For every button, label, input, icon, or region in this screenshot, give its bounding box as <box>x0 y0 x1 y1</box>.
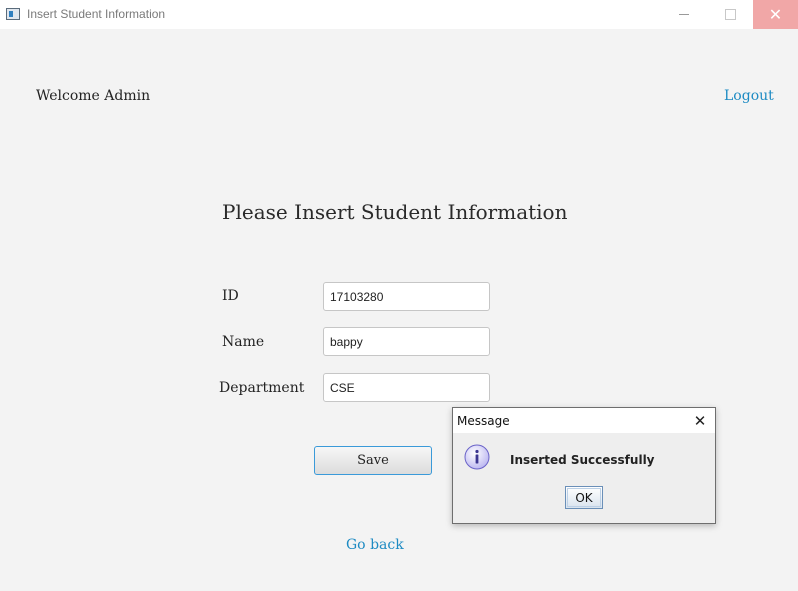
department-field[interactable] <box>323 373 490 402</box>
name-label: Name <box>222 334 265 350</box>
save-button[interactable]: Save <box>314 446 432 475</box>
maximize-button[interactable] <box>707 0 753 29</box>
logout-link[interactable]: Logout <box>724 88 774 104</box>
id-field[interactable] <box>323 282 490 311</box>
dialog-title: Message <box>457 414 510 428</box>
ok-button[interactable]: OK <box>565 486 603 509</box>
go-back-link[interactable]: Go back <box>346 537 404 553</box>
close-button[interactable]: ✕ <box>753 0 798 29</box>
window-title: Insert Student Information <box>27 7 166 21</box>
minimize-button[interactable] <box>661 0 707 29</box>
id-label: ID <box>222 288 239 304</box>
name-field[interactable] <box>323 327 490 356</box>
dialog-close-button[interactable]: ✕ <box>685 408 715 433</box>
dialog-message: Inserted Successfully <box>510 453 655 467</box>
window-titlebar: Insert Student Information ✕ <box>0 0 798 29</box>
welcome-text: Welcome Admin <box>36 88 151 104</box>
message-dialog: Message ✕ Inserted Successfully OK <box>452 407 716 524</box>
department-label: Department <box>219 380 305 396</box>
app-icon <box>6 8 20 20</box>
dialog-titlebar: Message ✕ <box>453 408 715 433</box>
info-icon <box>464 444 490 470</box>
page-title: Please Insert Student Information <box>222 200 568 224</box>
